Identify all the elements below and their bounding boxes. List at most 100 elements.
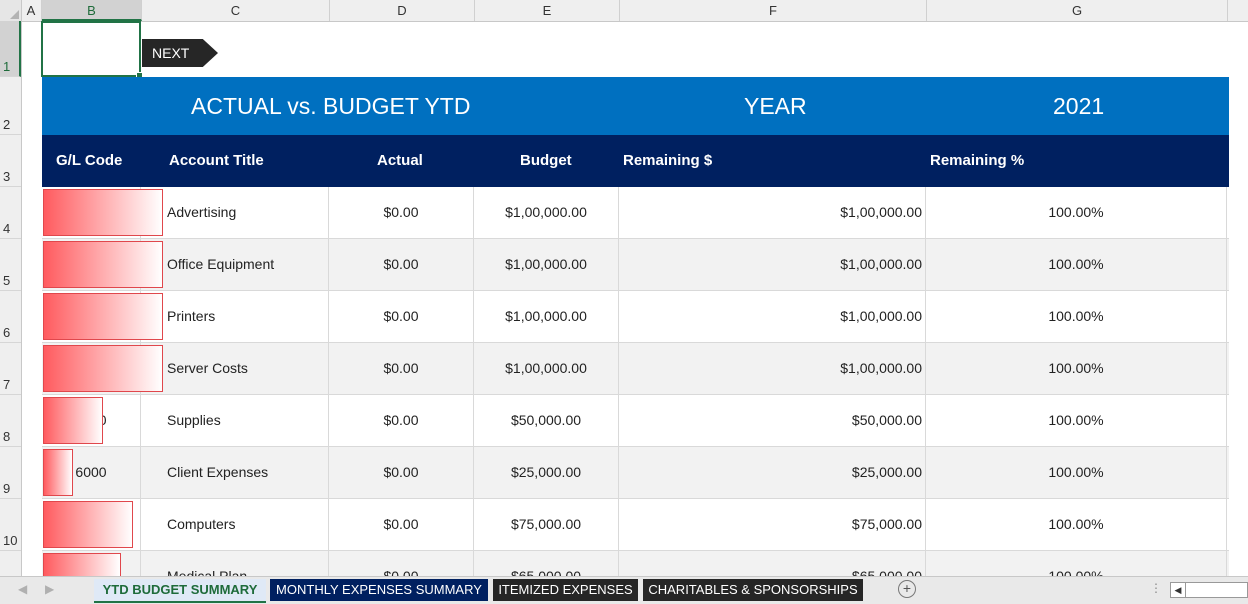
- cell-remaining-pct[interactable]: 100.00%: [926, 291, 1227, 342]
- table-row[interactable]: 7000Computers$0.00$75,000.00$75,000.0010…: [42, 499, 1229, 551]
- cell-budget[interactable]: $25,000.00: [474, 447, 619, 498]
- next-button[interactable]: NEXT: [142, 39, 218, 67]
- cell-remaining[interactable]: $1,00,000.00: [619, 291, 926, 342]
- cell-remaining[interactable]: $1,00,000.00: [619, 187, 926, 238]
- column-header-g[interactable]: G: [927, 0, 1228, 21]
- table-row[interactable]: 2000Office Equipment$0.00$1,00,000.00$1,…: [42, 239, 1229, 291]
- cell-remaining[interactable]: $75,000.00: [619, 499, 926, 550]
- column-header-a[interactable]: A: [21, 0, 42, 21]
- header-gl-code: G/L Code: [56, 152, 123, 169]
- tab-charitables-sponsorships[interactable]: CHARITABLES & SPONSORSHIPS: [643, 579, 863, 601]
- cell-account-title[interactable]: Advertising: [141, 187, 329, 238]
- row-header-bar: 1 2 3 4 5 6 7 8 9 10: [0, 21, 22, 576]
- add-sheet-icon[interactable]: +: [898, 580, 916, 598]
- row-header-10[interactable]: 10: [0, 499, 21, 551]
- table-row[interactable]: 1000Advertising$0.00$1,00,000.00$1,00,00…: [42, 187, 1229, 239]
- row-header-1[interactable]: 1: [0, 21, 21, 77]
- data-bar: [43, 449, 73, 496]
- title-banner: ACTUAL vs. BUDGET YTD YEAR 2021: [42, 77, 1229, 135]
- header-remaining: Remaining $: [623, 152, 713, 169]
- select-all-corner[interactable]: [0, 0, 22, 21]
- cell-remaining-pct[interactable]: 100.00%: [926, 239, 1227, 290]
- column-header-b[interactable]: B: [42, 0, 142, 21]
- cell-remaining[interactable]: $25,000.00: [619, 447, 926, 498]
- cell-account-title[interactable]: Computers: [141, 499, 329, 550]
- column-header-bar: A B C D E F G: [0, 0, 1248, 22]
- report-title: ACTUAL vs. BUDGET YTD: [191, 93, 471, 119]
- cell-budget[interactable]: $1,00,000.00: [474, 187, 619, 238]
- cell-remaining-pct[interactable]: 100.00%: [926, 343, 1227, 394]
- year-value[interactable]: 2021: [1053, 77, 1104, 135]
- row-header-8[interactable]: 8: [0, 395, 21, 447]
- tab-scroll-right-icon[interactable]: ▶: [45, 582, 54, 596]
- data-bar: [43, 241, 163, 288]
- cell-budget[interactable]: $1,00,000.00: [474, 343, 619, 394]
- cell-budget[interactable]: $1,00,000.00: [474, 239, 619, 290]
- cell-budget[interactable]: $50,000.00: [474, 395, 619, 446]
- column-header-e[interactable]: E: [475, 0, 620, 21]
- header-remaining-pct: Remaining %: [930, 152, 1025, 169]
- cell-account-title[interactable]: Supplies: [141, 395, 329, 446]
- header-budget: Budget: [520, 152, 572, 169]
- cell-actual[interactable]: $0.00: [329, 343, 474, 394]
- cell-account-title[interactable]: Server Costs: [141, 343, 329, 394]
- table-row[interactable]: 3000Printers$0.00$1,00,000.00$1,00,000.0…: [42, 291, 1229, 343]
- tab-ytd-budget-summary[interactable]: YTD BUDGET SUMMARY: [94, 579, 266, 603]
- cell-remaining[interactable]: $65,000.00: [619, 551, 926, 576]
- data-bar: [43, 345, 163, 392]
- active-cell-b1[interactable]: [41, 21, 143, 79]
- header-account-title: Account Title: [169, 152, 264, 169]
- table-header: G/L Code Account Title Actual Budget Rem…: [42, 135, 1229, 187]
- cell-account-title[interactable]: Medical Plan: [141, 551, 329, 576]
- row-header-2[interactable]: 2: [0, 77, 21, 135]
- splitter-handle-icon[interactable]: ⋮: [1150, 581, 1162, 595]
- header-actual: Actual: [377, 152, 423, 169]
- column-header-d[interactable]: D: [330, 0, 475, 21]
- year-label: YEAR: [744, 93, 807, 119]
- cell-budget[interactable]: $75,000.00: [474, 499, 619, 550]
- cell-actual[interactable]: $0.00: [329, 187, 474, 238]
- scroll-left-icon[interactable]: ◀: [1171, 583, 1186, 597]
- data-bar: [43, 397, 103, 444]
- cell-remaining[interactable]: $1,00,000.00: [619, 239, 926, 290]
- cell-actual[interactable]: $0.00: [329, 291, 474, 342]
- cell-actual[interactable]: $0.00: [329, 499, 474, 550]
- cell-actual[interactable]: $0.00: [329, 239, 474, 290]
- tab-monthly-expenses-summary[interactable]: MONTHLY EXPENSES SUMMARY: [270, 579, 488, 601]
- cell-remaining[interactable]: $50,000.00: [619, 395, 926, 446]
- cell-account-title[interactable]: Office Equipment: [141, 239, 329, 290]
- cell-budget[interactable]: $65,000.00: [474, 551, 619, 576]
- cell-remaining-pct[interactable]: 100.00%: [926, 395, 1227, 446]
- row-header-3[interactable]: 3: [0, 135, 21, 187]
- cell-budget[interactable]: $1,00,000.00: [474, 291, 619, 342]
- cell-remaining-pct[interactable]: 100.00%: [926, 499, 1227, 550]
- tab-scroll-left-icon[interactable]: ◀: [18, 582, 27, 596]
- cell-actual[interactable]: $0.00: [329, 447, 474, 498]
- row-header-6[interactable]: 6: [0, 291, 21, 343]
- data-bar: [43, 553, 121, 576]
- worksheet-grid[interactable]: NEXT ACTUAL vs. BUDGET YTD YEAR 2021 G/L…: [21, 21, 1248, 576]
- column-header-f[interactable]: F: [620, 0, 927, 21]
- cell-actual[interactable]: $0.00: [329, 551, 474, 576]
- cell-remaining[interactable]: $1,00,000.00: [619, 343, 926, 394]
- cell-remaining-pct[interactable]: 100.00%: [926, 187, 1227, 238]
- cell-remaining-pct[interactable]: 100.00%: [926, 447, 1227, 498]
- row-header-7[interactable]: 7: [0, 343, 21, 395]
- cell-actual[interactable]: $0.00: [329, 395, 474, 446]
- table-row[interactable]: 5000Supplies$0.00$50,000.00$50,000.00100…: [42, 395, 1229, 447]
- tab-itemized-expenses[interactable]: ITEMIZED EXPENSES: [493, 579, 638, 601]
- row-header-9[interactable]: 9: [0, 447, 21, 499]
- table-row[interactable]: 4000Server Costs$0.00$1,00,000.00$1,00,0…: [42, 343, 1229, 395]
- cell-account-title[interactable]: Printers: [141, 291, 329, 342]
- row-header-4[interactable]: 4: [0, 187, 21, 239]
- column-header-c[interactable]: C: [142, 0, 330, 21]
- sheet-tab-bar: ◀ ▶ YTD BUDGET SUMMARY MONTHLY EXPENSES …: [0, 576, 1248, 604]
- data-bar: [43, 501, 133, 548]
- data-bar: [43, 189, 163, 236]
- table-row[interactable]: 8000Medical Plan$0.00$65,000.00$65,000.0…: [42, 551, 1229, 576]
- cell-account-title[interactable]: Client Expenses: [141, 447, 329, 498]
- table-row[interactable]: 6000 Client Expenses $0.00 $25,000.00 $25,00…: [42, 447, 1229, 499]
- horizontal-scrollbar[interactable]: ◀: [1170, 582, 1248, 598]
- cell-remaining-pct[interactable]: 100.00%: [926, 551, 1227, 576]
- row-header-5[interactable]: 5: [0, 239, 21, 291]
